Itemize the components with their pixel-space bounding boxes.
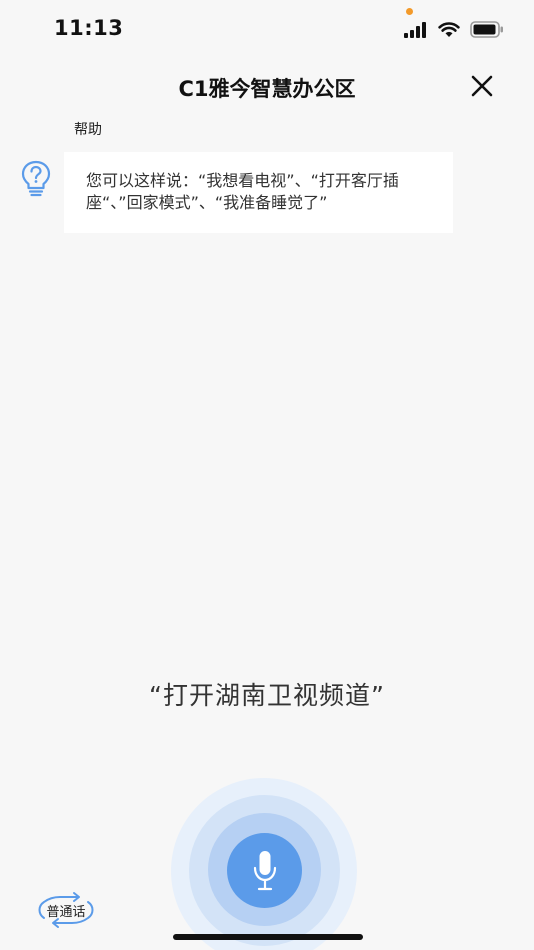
cellular-signal-icon	[404, 21, 426, 38]
status-icons	[404, 21, 504, 38]
language-toggle-button[interactable]: 普通话	[36, 890, 96, 930]
privacy-indicator-dot	[406, 8, 413, 15]
mic-button[interactable]	[227, 833, 302, 908]
status-time: 11:13	[54, 16, 124, 40]
help-label: 帮助	[74, 122, 102, 138]
lightbulb-question-icon	[21, 160, 51, 197]
wifi-icon	[438, 21, 460, 37]
home-indicator[interactable]	[173, 934, 363, 940]
help-card: 您可以这样说：“我想看电视”、“打开客厅插座“、”回家模式”、“我准备睡觉了”	[64, 152, 453, 233]
page-title: C1雅今智慧办公区	[178, 77, 356, 101]
recognized-speech-text: “打开湖南卫视频道”	[149, 681, 385, 710]
help-icon-wrapper	[20, 160, 52, 198]
close-button[interactable]	[468, 72, 496, 100]
language-toggle-label: 普通话	[46, 905, 86, 920]
microphone-icon	[253, 850, 276, 890]
voice-assistant-screen: 11:13 C1雅今智慧办公区 帮助 您可以这样说：“我想看电视”、“打开客厅插…	[0, 0, 534, 950]
close-icon	[471, 75, 493, 97]
help-text: 您可以这样说：“我想看电视”、“打开客厅插座“、”回家模式”、“我准备睡觉了”	[86, 171, 399, 212]
battery-icon	[470, 21, 503, 38]
